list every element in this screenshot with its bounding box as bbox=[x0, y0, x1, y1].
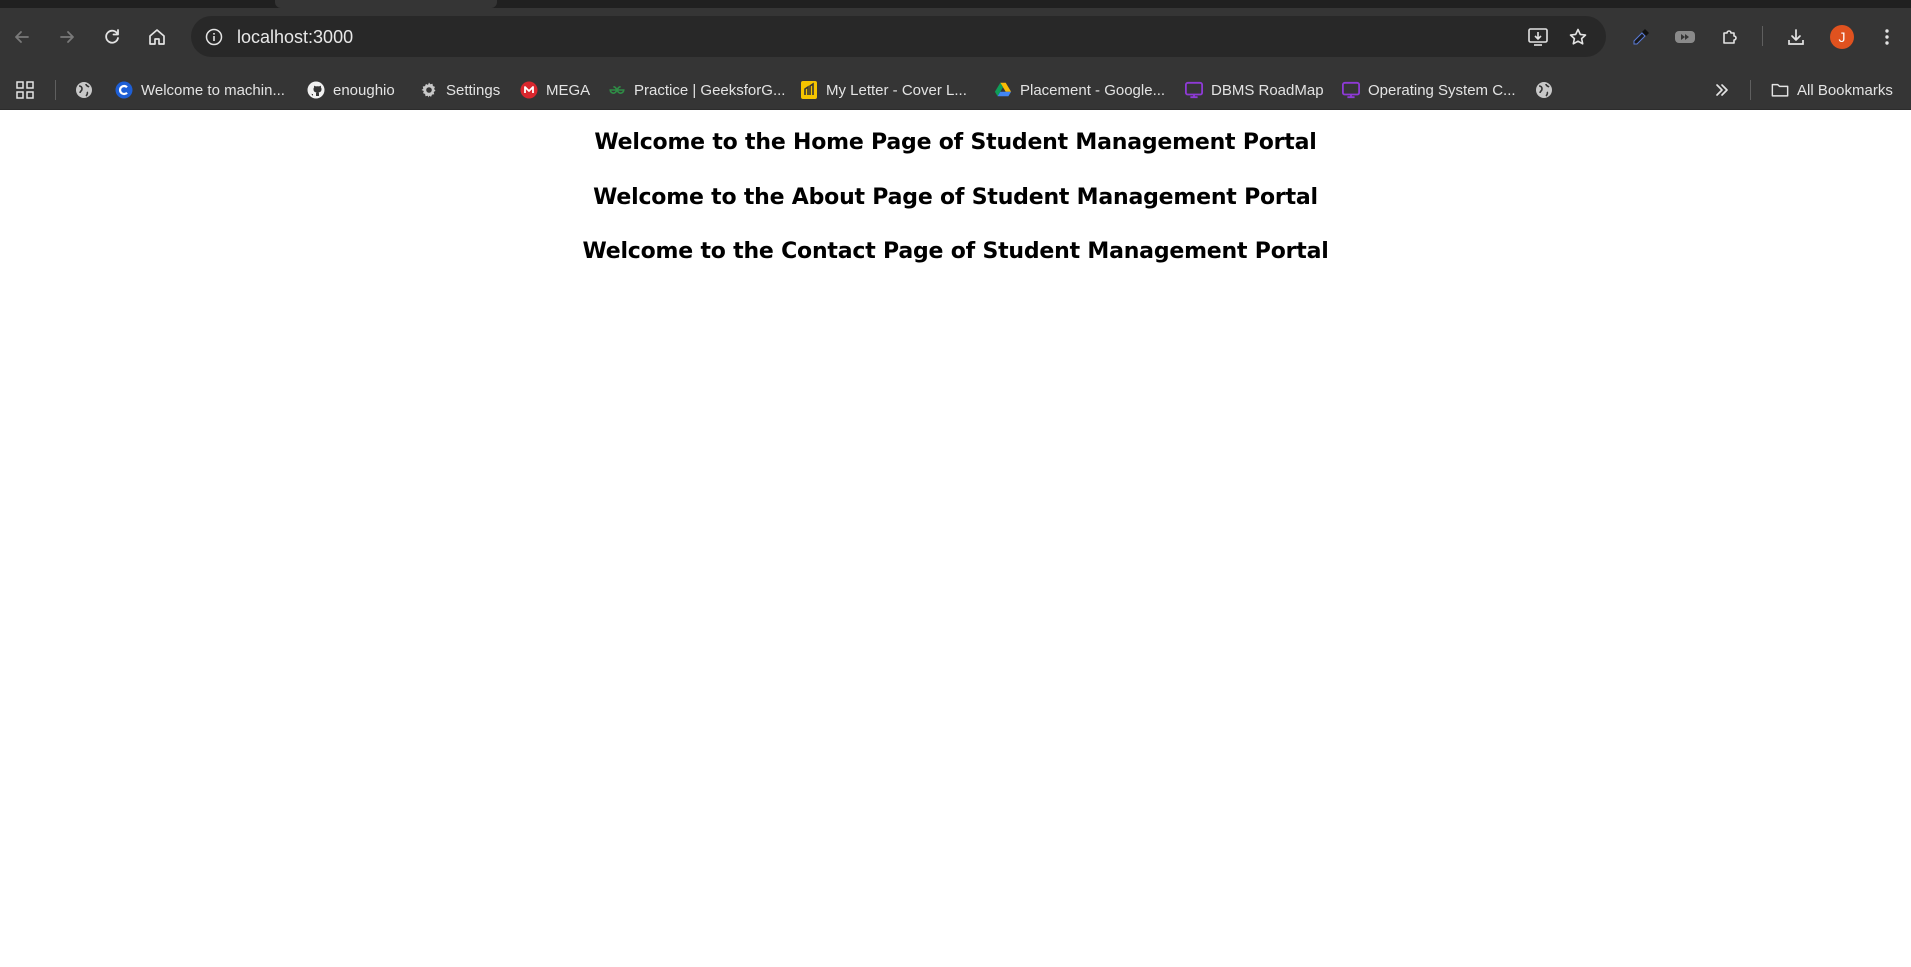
gfg-icon bbox=[608, 81, 626, 99]
install-app-button[interactable] bbox=[1523, 22, 1553, 52]
github-icon bbox=[307, 81, 325, 99]
downloads-button[interactable] bbox=[1779, 20, 1813, 54]
kebab-menu-icon bbox=[1885, 29, 1889, 45]
media-extension-button[interactable] bbox=[1668, 20, 1702, 54]
chevron-double-right-icon bbox=[1716, 84, 1728, 96]
fast-forward-icon bbox=[1675, 31, 1695, 43]
c-logo-icon bbox=[115, 81, 133, 99]
bookmark-label: MEGA bbox=[546, 81, 591, 99]
purple-screen-icon bbox=[1185, 81, 1203, 99]
home-page-heading: Welcome to the Home Page of Student Mana… bbox=[594, 130, 1317, 155]
address-bar[interactable]: localhost:3000 bbox=[191, 16, 1606, 57]
toolbar-divider bbox=[1762, 26, 1763, 46]
reload-button[interactable] bbox=[95, 20, 129, 54]
drive-icon bbox=[994, 81, 1012, 99]
apps-button[interactable] bbox=[15, 77, 35, 103]
bookmarks-overflow-button[interactable] bbox=[1713, 77, 1731, 103]
bookmark-enoughio[interactable]: enoughio bbox=[307, 77, 395, 103]
url-text[interactable]: localhost:3000 bbox=[237, 27, 353, 48]
bookmark-label: Settings bbox=[446, 81, 501, 99]
bookmark-star-button[interactable] bbox=[1563, 22, 1593, 52]
apps-grid-icon bbox=[16, 81, 34, 99]
eyedropper-extension-button[interactable] bbox=[1624, 20, 1658, 54]
reload-icon bbox=[105, 29, 119, 44]
bookmarks-bar: Welcome to machin... enoughio Settings M… bbox=[0, 71, 1911, 110]
purple-screen-icon bbox=[1342, 81, 1360, 99]
page-content: Welcome to the Home Page of Student Mana… bbox=[0, 110, 1911, 267]
bookmark-label: Welcome to machin... bbox=[141, 81, 285, 99]
all-bookmarks-label: All Bookmarks bbox=[1797, 81, 1893, 99]
bookmark-globe-2[interactable] bbox=[1535, 77, 1561, 103]
about-page-heading: Welcome to the About Page of Student Man… bbox=[593, 184, 1318, 210]
bookmark-label: Placement - Google... bbox=[1020, 81, 1166, 99]
bookmark-label: DBMS RoadMap bbox=[1211, 81, 1324, 99]
tab-strip bbox=[0, 0, 1911, 8]
bookmark-placement-drive[interactable]: Placement - Google... bbox=[994, 77, 1165, 103]
active-tab[interactable] bbox=[275, 0, 497, 8]
browser-chrome: localhost:3000 J Welcome to machin... en… bbox=[0, 0, 1911, 110]
folder-icon bbox=[1771, 81, 1789, 99]
install-icon bbox=[1528, 28, 1548, 46]
doc-yellow-icon bbox=[800, 81, 818, 99]
bookmark-label: My Letter - Cover L... bbox=[826, 81, 967, 99]
back-button[interactable] bbox=[5, 20, 39, 54]
info-icon bbox=[205, 28, 223, 46]
arrow-right-icon bbox=[60, 31, 74, 43]
extensions-button[interactable] bbox=[1713, 20, 1747, 54]
profile-avatar[interactable]: J bbox=[1830, 25, 1854, 49]
bookmark-label: enoughio bbox=[333, 81, 395, 99]
bookmark-label: Operating System C... bbox=[1368, 81, 1516, 99]
bookmarks-divider bbox=[1750, 80, 1751, 100]
bookmark-settings[interactable]: Settings bbox=[420, 77, 500, 103]
globe-icon bbox=[75, 81, 93, 99]
home-icon bbox=[149, 29, 165, 45]
all-bookmarks-button[interactable]: All Bookmarks bbox=[1771, 77, 1893, 103]
bookmarks-divider bbox=[55, 80, 56, 100]
browser-toolbar: localhost:3000 J bbox=[0, 0, 1911, 71]
bookmark-my-letter[interactable]: My Letter - Cover L... bbox=[800, 77, 967, 103]
forward-button[interactable] bbox=[50, 20, 84, 54]
bookmark-dbms-roadmap[interactable]: DBMS RoadMap bbox=[1185, 77, 1324, 103]
arrow-left-icon bbox=[15, 31, 29, 43]
download-icon bbox=[1788, 29, 1804, 45]
globe-icon bbox=[1535, 81, 1553, 99]
gear-icon bbox=[420, 81, 438, 99]
bookmark-geeksforgeeks[interactable]: Practice | GeeksforG... bbox=[608, 77, 785, 103]
home-button[interactable] bbox=[140, 20, 174, 54]
eyedropper-icon bbox=[1633, 29, 1649, 45]
bookmark-label: Practice | GeeksforG... bbox=[634, 81, 786, 99]
bookmark-welcome-machine[interactable]: Welcome to machin... bbox=[115, 77, 285, 103]
bookmark-globe-1[interactable] bbox=[75, 77, 101, 103]
site-info-button[interactable] bbox=[199, 22, 229, 52]
puzzle-icon bbox=[1723, 30, 1737, 44]
browser-menu-button[interactable] bbox=[1870, 20, 1904, 54]
bookmark-mega[interactable]: MEGA bbox=[520, 77, 590, 103]
star-icon bbox=[1569, 28, 1587, 45]
bookmark-operating-system[interactable]: Operating System C... bbox=[1342, 77, 1516, 103]
mega-icon bbox=[520, 81, 538, 99]
contact-page-heading: Welcome to the Contact Page of Student M… bbox=[582, 239, 1329, 264]
